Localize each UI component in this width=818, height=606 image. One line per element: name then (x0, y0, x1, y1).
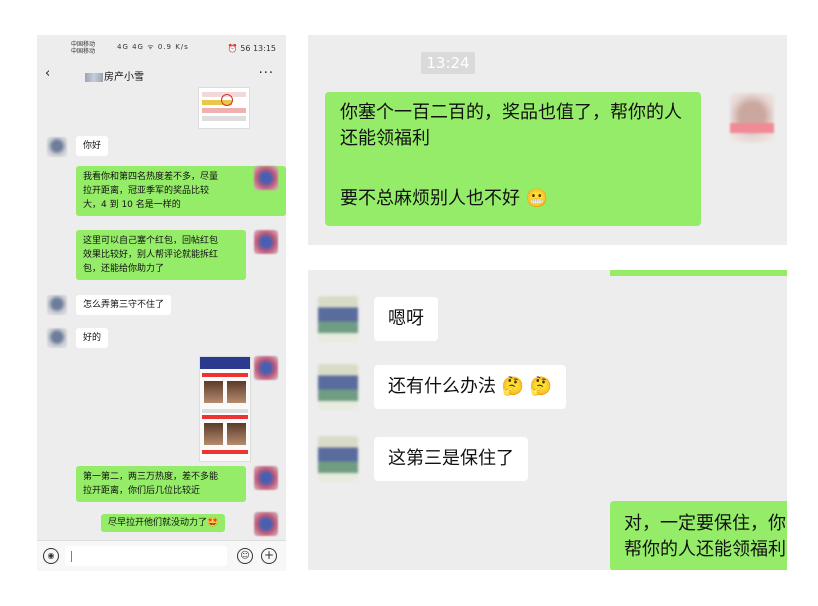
grimace-emoji-icon: 😬 (525, 188, 549, 209)
carrier-info: 中国移动 中国移动 (71, 41, 95, 55)
chat-header: ‹ 房产小雪 ··· (37, 61, 286, 89)
signal-icons: 4G 4G ᯤ 0.9 K/s (117, 43, 189, 51)
message-bubble: 还有什么办法 🤔 🤔 (374, 365, 567, 409)
status-bar: 中国移动 中国移动 4G 4G ᯤ 0.9 K/s ⏰ 56 13:15 (37, 35, 286, 61)
timestamp: 13:24 (421, 52, 475, 74)
green-bubble-edge (610, 270, 787, 276)
plus-icon[interactable]: + (261, 548, 277, 564)
message-bubble: 对，一定要保住，你 帮你的人还能领福利 (610, 501, 787, 570)
voice-icon[interactable]: ◉ (43, 548, 59, 564)
message-bubble: 这里可以自己塞个红包，回帖红包 效果比较好，别人帮评论就能拆红 包，还能给你助力… (76, 230, 246, 280)
my-avatar[interactable] (730, 93, 774, 143)
text-caret (71, 551, 72, 562)
my-avatar[interactable] (254, 512, 278, 536)
contact-avatar[interactable] (47, 328, 67, 348)
contact-avatar[interactable] (47, 137, 67, 157)
carrier-2: 中国移动 (71, 48, 96, 55)
zoomed-screenshot-bottom: 嗯呀 还有什么办法 🤔 🤔 这第三是保住了 对，一定要保住，你 帮你的人还能领福… (308, 270, 787, 570)
message-bubble: 这第三是保住了 (374, 437, 528, 481)
network-speed: 0.9 K/s (157, 43, 189, 51)
message-input[interactable] (65, 546, 227, 566)
thinking-emoji-icon: 🤔 🤔 (501, 376, 553, 397)
chat-title: 房产小雪 (85, 68, 144, 83)
my-avatar[interactable] (254, 166, 278, 190)
message-bubble: 嗯呀 (374, 297, 438, 341)
message-bubble: 好的 (76, 328, 109, 348)
phone-screenshot: 中国移动 中国移动 4G 4G ᯤ 0.9 K/s ⏰ 56 13:15 ‹ 房… (37, 35, 286, 571)
zoomed-screenshot-top: 13:24 你塞个一百二百的，奖品也值了，帮你的人 还能领福利 要不总麻烦别人也… (308, 35, 787, 245)
my-avatar[interactable] (254, 230, 278, 254)
contact-avatar[interactable] (318, 436, 358, 482)
message-bubble: 你好 (76, 136, 109, 156)
contact-avatar[interactable] (318, 364, 358, 410)
image-message-thumbnail[interactable] (199, 356, 251, 462)
carrier-1: 中国移动 (71, 41, 96, 48)
emoji-icon[interactable]: ☺ (237, 548, 253, 564)
contact-avatar[interactable] (47, 295, 67, 315)
blurred-name (85, 72, 103, 82)
message-bubble: 尽早拉开他们就没动力了🤩 (101, 514, 226, 532)
message-bubble: 怎么弄第三守不住了 (76, 295, 172, 315)
my-avatar[interactable] (254, 356, 278, 380)
status-right: ⏰ 56 13:15 (227, 44, 276, 53)
my-avatar[interactable] (254, 466, 278, 490)
message-bubble: 你塞个一百二百的，奖品也值了，帮你的人 还能领福利 要不总麻烦别人也不好 😬 (325, 92, 701, 226)
more-icon[interactable]: ··· (259, 66, 274, 81)
back-icon[interactable]: ‹ (45, 66, 50, 81)
input-bar: ◉ ☺ + (37, 540, 286, 571)
image-message-thumbnail[interactable] (198, 87, 250, 129)
message-bubble: 第一第二，两三万热度，差不多能 拉开距离，你们后几位比较近 (76, 466, 246, 502)
contact-avatar[interactable] (318, 296, 358, 342)
